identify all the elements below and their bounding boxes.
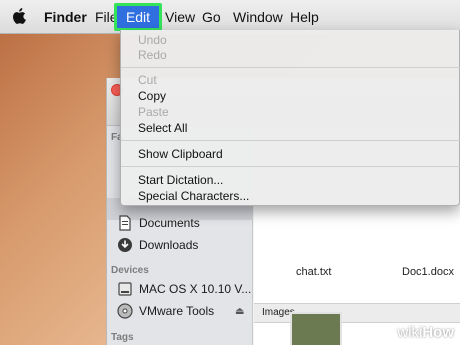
wikihow-watermark: wikiHow: [397, 324, 454, 341]
downloads-icon: [118, 238, 132, 252]
watermark-suffix: How: [422, 324, 454, 341]
sidebar-heading-devices: Devices: [111, 265, 149, 276]
sidebar-item-label: Downloads: [139, 238, 199, 252]
menu-finder[interactable]: Finder: [44, 0, 87, 34]
menu-bar: Finder File Edit View Go Window Help: [0, 0, 460, 34]
menu-item-start-dictation[interactable]: Start Dictation...: [138, 172, 223, 188]
disk-icon: [118, 282, 132, 296]
menu-window[interactable]: Window: [233, 0, 283, 34]
images-section-header: Images: [254, 303, 460, 323]
menu-item-special-characters[interactable]: Special Characters...: [138, 188, 249, 204]
menu-item-select-all[interactable]: Select All: [138, 120, 187, 136]
edit-menu-dropdown: Undo Redo Cut Copy Paste Select All Show…: [120, 30, 460, 206]
sidebar-heading-tags: Tags: [111, 332, 134, 343]
menu-go[interactable]: Go: [202, 0, 221, 34]
watermark-prefix: wiki: [397, 324, 423, 341]
menu-item-undo: Undo: [138, 33, 167, 47]
menu-view[interactable]: View: [165, 0, 195, 34]
sidebar-item-vmware-tools[interactable]: VMware Tools: [117, 302, 214, 320]
sidebar-item-documents[interactable]: Documents: [117, 214, 200, 232]
file-chat-txt[interactable]: chat.txt: [296, 266, 331, 278]
menu-separator: [121, 166, 460, 167]
menu-edit[interactable]: Edit: [114, 3, 162, 31]
menu-item-paste: Paste: [138, 105, 169, 119]
menu-separator: [121, 140, 460, 141]
menu-item-redo: Redo: [138, 48, 167, 62]
sidebar-item-downloads[interactable]: Downloads: [117, 236, 198, 254]
menu-item-show-clipboard[interactable]: Show Clipboard: [138, 146, 223, 162]
apple-icon[interactable]: [12, 6, 28, 26]
menu-separator: [121, 67, 460, 68]
menu-help[interactable]: Help: [290, 0, 319, 34]
sidebar-item-label: VMware Tools: [139, 304, 215, 318]
documents-icon: [119, 215, 131, 231]
sidebar-item-label: Documents: [139, 216, 200, 230]
sidebar-item-label: MAC OS X 10.10 V...: [139, 282, 252, 296]
file-doc1-docx[interactable]: Doc1.docx: [402, 266, 454, 278]
menu-item-cut: Cut: [138, 73, 157, 87]
image-thumbnail[interactable]: [290, 312, 342, 345]
eject-icon[interactable]: ⏏: [235, 306, 244, 317]
sidebar-item-mac-disk[interactable]: MAC OS X 10.10 V...: [117, 280, 251, 298]
cd-icon: [117, 303, 133, 319]
menu-item-copy[interactable]: Copy: [138, 88, 166, 104]
